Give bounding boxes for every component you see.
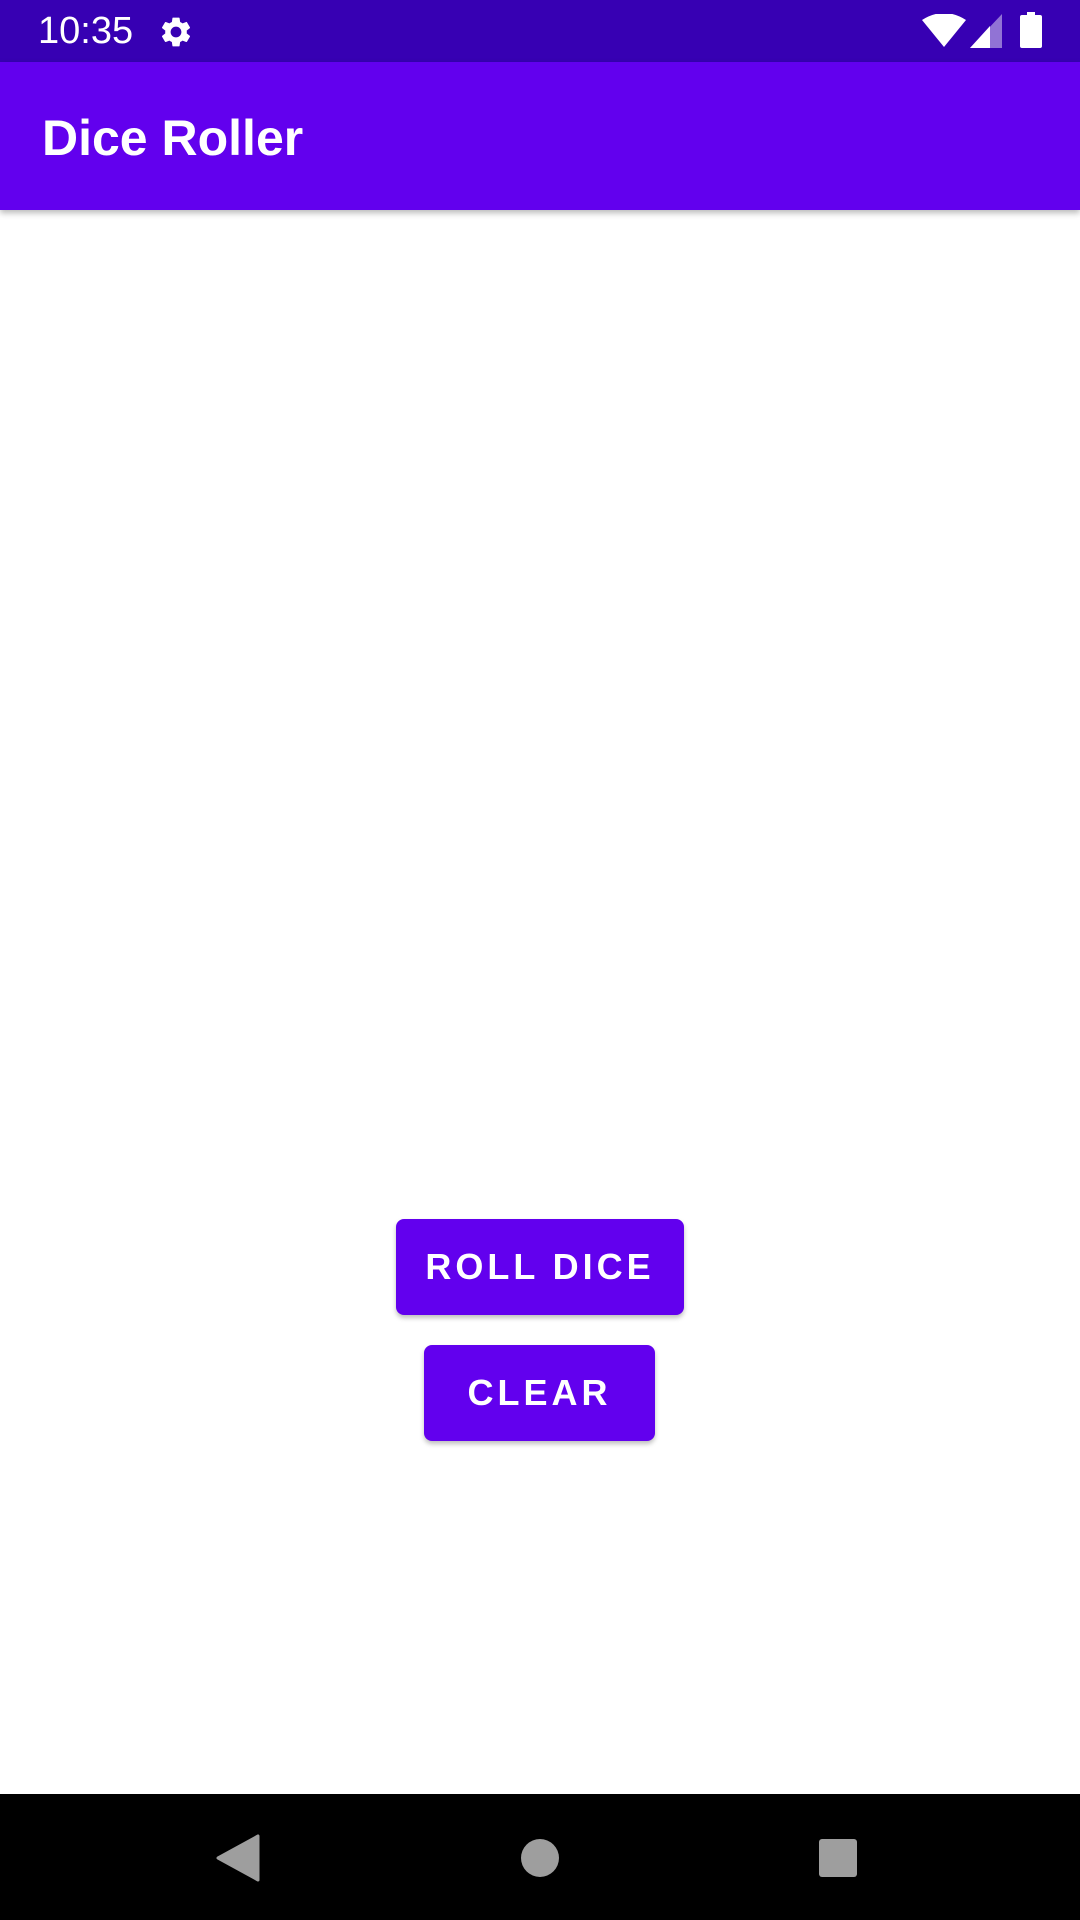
wifi-icon [922,14,966,47]
home-icon[interactable] [520,1838,560,1878]
battery-icon [1020,12,1042,48]
cell-signal-icon [970,14,1002,48]
app-title: Dice Roller [42,110,304,166]
back-icon[interactable] [216,1834,260,1882]
screen: 10:35 Dice Roller ROLL DICE CLEAR [0,0,1080,1920]
recents-icon[interactable] [818,1838,858,1878]
navigation-bar [0,1794,1080,1920]
gear-icon [161,17,191,47]
clear-button[interactable]: CLEAR [424,1345,655,1441]
status-bar: 10:35 [0,0,1080,62]
app-bar: Dice Roller [0,62,1080,210]
status-time: 10:35 [38,10,134,52]
roll-dice-button[interactable]: ROLL DICE [396,1219,684,1315]
